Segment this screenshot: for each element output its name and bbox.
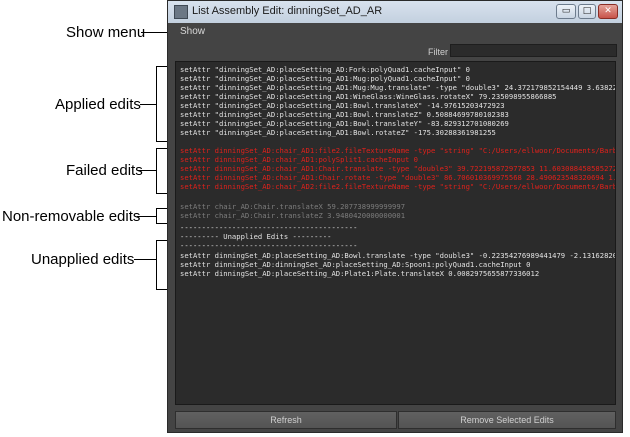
filter-label: Filter [428, 47, 448, 57]
non-removable-edit-row[interactable]: setAttr chair_AD:Chair.translateZ 3.9480… [180, 211, 405, 220]
unapplied-header: --------- Unapplied Edits --------- [180, 232, 332, 241]
failed-edit-row[interactable]: setAttr dinningSet_AD:chair_AD2:file2.fi… [180, 182, 615, 191]
failed-edit-row[interactable]: setAttr dinningSet_AD:chair_AD1:Chair.ro… [180, 173, 615, 182]
edit-list[interactable]: setAttr "dinningSet_AD:placeSetting_AD:F… [175, 61, 616, 405]
menu-show[interactable]: Show [180, 26, 205, 37]
bracket-failed-stem [138, 170, 156, 171]
applied-edit-row[interactable]: setAttr "dinningSet_AD:placeSetting_AD:F… [180, 65, 470, 74]
callout-unapplied-edits: Unapplied edits [31, 251, 135, 268]
applied-edit-row[interactable]: setAttr "dinningSet_AD:placeSetting_AD1:… [180, 110, 509, 119]
title-bar[interactable]: List Assembly Edit: dinningSet_AD_AR ▭ □… [168, 1, 622, 24]
unapplied-edit-row[interactable]: setAttr dinningSet_AD:dinningSet_AD:plac… [180, 260, 531, 269]
failed-edit-row[interactable]: setAttr dinningSet_AD:chair_AD1:polySpli… [180, 155, 418, 164]
app-icon [174, 5, 188, 19]
bracket-unapplied-stem [134, 259, 156, 260]
bracket-unapplied-vertical [156, 240, 157, 290]
bracket-nonrem-stem [137, 216, 156, 217]
callout-show-menu: Show menu [66, 24, 146, 41]
callout-failed-edits: Failed edits [66, 162, 143, 179]
applied-edit-row[interactable]: setAttr "dinningSet_AD:placeSetting_AD1:… [180, 83, 615, 92]
applied-edit-row[interactable]: setAttr "dinningSet_AD:placeSetting_AD1:… [180, 92, 556, 101]
callout-applied-edits: Applied edits [55, 96, 141, 113]
applied-edit-row[interactable]: setAttr "dinningSet_AD:placeSetting_AD1:… [180, 74, 470, 83]
menu-bar: Show [168, 23, 622, 41]
remove-selected-edits-button[interactable]: Remove Selected Edits [398, 411, 616, 429]
minimize-button[interactable]: ▭ [556, 4, 576, 19]
maximize-button[interactable]: □ [578, 4, 596, 19]
callout-non-removable-edits: Non-removable edits [2, 208, 141, 225]
filter-input[interactable] [450, 44, 617, 57]
bracket-applied-stem [140, 104, 156, 105]
unapplied-edit-row[interactable]: setAttr dinningSet_AD:placeSetting_AD:Bo… [180, 251, 615, 260]
failed-edit-row[interactable]: setAttr dinningSet_AD:chair_AD1:file2.fi… [180, 146, 615, 155]
unapplied-separator-bottom: ----------------------------------------… [180, 241, 358, 250]
applied-edit-row[interactable]: setAttr "dinningSet_AD:placeSetting_AD1:… [180, 128, 496, 137]
non-removable-edit-row[interactable]: setAttr chair_AD:Chair.translateX 59.207… [180, 202, 405, 211]
bracket-applied-vertical [156, 66, 157, 142]
close-button[interactable]: ✕ [598, 4, 618, 19]
failed-edit-row[interactable]: setAttr dinningSet_AD:chair_AD1:Chair.tr… [180, 164, 615, 173]
bracket-failed-vertical [156, 148, 157, 194]
refresh-button[interactable]: Refresh [175, 411, 397, 429]
applied-edit-row[interactable]: setAttr "dinningSet_AD:placeSetting_AD1:… [180, 119, 509, 128]
list-assembly-edit-window: List Assembly Edit: dinningSet_AD_AR ▭ □… [167, 0, 623, 433]
window-title: List Assembly Edit: dinningSet_AD_AR [192, 5, 383, 17]
applied-edit-row[interactable]: setAttr "dinningSet_AD:placeSetting_AD1:… [180, 101, 505, 110]
unapplied-separator-top: ----------------------------------------… [180, 223, 358, 232]
unapplied-edit-row[interactable]: setAttr dinningSet_AD:placeSetting_AD:Pl… [180, 269, 539, 278]
bracket-nonrem-vertical [156, 208, 157, 224]
